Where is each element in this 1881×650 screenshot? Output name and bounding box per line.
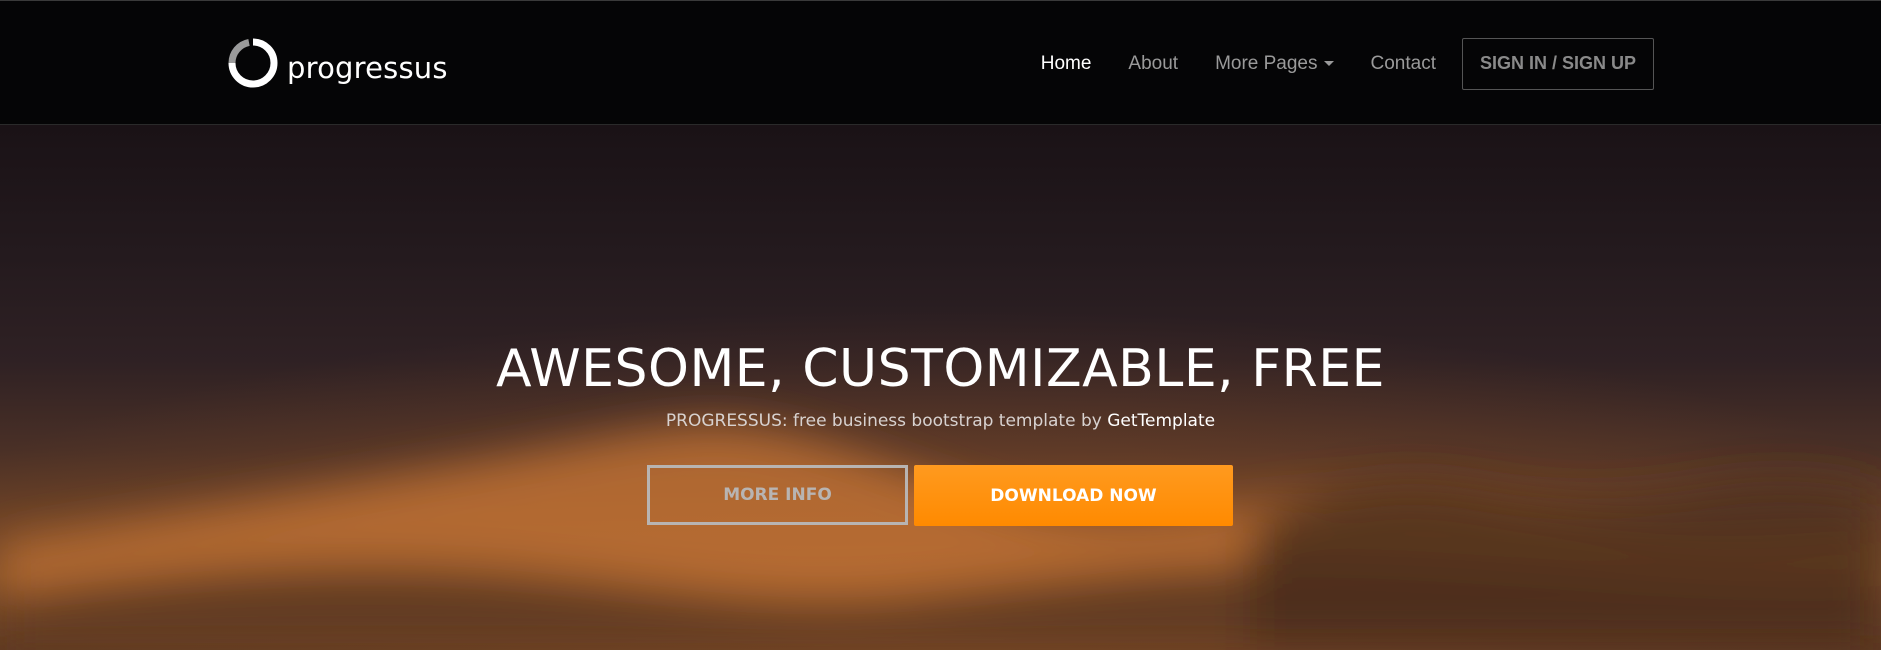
- more-info-button[interactable]: MORE INFO: [647, 465, 908, 525]
- signin-signup-button[interactable]: SIGN IN / SIGN UP: [1462, 37, 1654, 90]
- nav-item-about[interactable]: About: [1128, 53, 1178, 75]
- hero-title: AWESOME, CUSTOMIZABLE, FREE: [496, 339, 1385, 399]
- brand-name: progressus: [287, 51, 448, 85]
- nav-item-more-pages-label: More Pages: [1215, 52, 1318, 74]
- nav-item-more-pages[interactable]: More Pages: [1215, 52, 1334, 75]
- gettemplate-link[interactable]: GetTemplate: [1107, 411, 1215, 431]
- hero-subtitle: PROGRESSUS: free business bootstrap temp…: [0, 411, 1881, 431]
- navbar: progressus Home About More Pages Contact…: [0, 0, 1881, 125]
- brand-link[interactable]: progressus: [227, 37, 448, 89]
- hero-section: AWESOME, CUSTOMIZABLE, FREE PROGRESSUS: …: [0, 125, 1881, 650]
- nav-item-contact[interactable]: Contact: [1371, 53, 1436, 75]
- main-nav: Home About More Pages Contact SIGN IN / …: [1041, 1, 1881, 126]
- download-now-button[interactable]: DOWNLOAD NOW: [914, 465, 1233, 526]
- hero-subtitle-text: PROGRESSUS: free business bootstrap temp…: [665, 411, 1108, 431]
- page: progressus Home About More Pages Contact…: [0, 0, 1881, 650]
- nav-item-home[interactable]: Home: [1041, 53, 1092, 75]
- circle-arrows-logo-icon: [227, 37, 279, 89]
- caret-down-icon: [1323, 60, 1334, 66]
